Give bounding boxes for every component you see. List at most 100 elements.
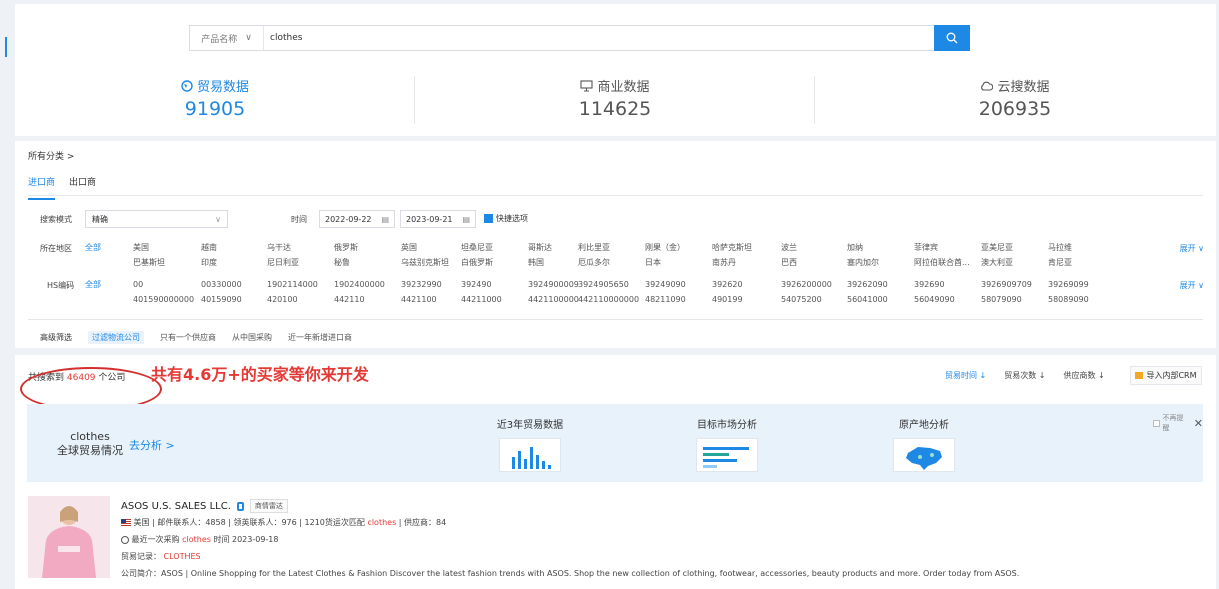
hs-code-option-label: 3924900009 (528, 280, 579, 289)
search-mode-select[interactable]: 精确 ∨ (85, 210, 228, 228)
company-name-row: ASOS U.S. SALES LLC. 商情雷达 (121, 499, 288, 513)
region-option[interactable]: 菲律宾 阿拉伯联合酋... (914, 240, 981, 270)
region-option[interactable]: 波兰 巴西 (781, 240, 847, 270)
region-option[interactable]: 哥斯达 韩国 (528, 240, 578, 270)
region-option[interactable]: 刚果（金） 日本 (645, 240, 712, 270)
region-option-label: 乌干达 (267, 243, 291, 252)
region-option-label: 马拉维 (1048, 243, 1072, 252)
company-info-line: 美国 | 邮件联系人：4858 | 领英联系人：976 | 1210货运次匹配 … (121, 517, 446, 528)
last-purchase-prefix: 最近一次采购 (131, 535, 180, 544)
search-input[interactable] (270, 26, 930, 50)
hs-code-option[interactable]: 00330000 40159090 (201, 277, 267, 307)
search-scope-dropdown[interactable]: 产品名称 ∨ (190, 26, 264, 50)
checkbox[interactable] (1153, 419, 1160, 427)
region-option[interactable]: 英国 乌兹别克斯坦 (401, 240, 461, 270)
region-grid: 全部 美国 巴基斯坦 越南 印度 乌干达 尼日利亚 俄罗斯 秘鲁 英国 乌兹别克斯坦 坦桑尼亚 白俄罗… (85, 240, 1106, 270)
dont-show-again[interactable]: 不再提醒 ✕ (1153, 413, 1203, 433)
company-country: 美国 (133, 518, 150, 527)
region-option-label: 亚美尼亚 (981, 243, 1013, 252)
filter-logistics-companies[interactable]: 过滤物流公司 (88, 331, 144, 344)
hs-code-option[interactable]: 3926909709 58079090 (981, 277, 1048, 307)
date-to-input[interactable]: 2023-09-21 ▤ (400, 210, 476, 228)
company-name[interactable]: ASOS U.S. SALES LLC. (121, 501, 231, 512)
region-option[interactable]: 俄罗斯 秘鲁 (334, 240, 401, 270)
sort-supplier-count[interactable]: 供应商数 ↓ (1064, 370, 1105, 381)
bookmark-icon[interactable] (236, 501, 244, 511)
search-mode-value: 精确 (92, 214, 108, 224)
date-from-input[interactable]: 2022-09-22 ▤ (319, 210, 395, 228)
hs-code-option-label: 4421100 (401, 295, 437, 304)
analysis-card-market[interactable]: 目标市场分析 (657, 416, 797, 472)
monitor-icon (580, 79, 594, 91)
hs-code-option-label: 401590000000 (133, 295, 195, 304)
search-button[interactable] (934, 25, 970, 51)
hs-code-option[interactable]: 39249090 48211090 (645, 277, 712, 307)
company-last-purchase: 最近一次采购 clothes 时间 2023-09-18 (121, 534, 279, 545)
hs-code-option-label: 442110 (334, 295, 365, 304)
hs-code-option-label: 420100 (267, 295, 298, 304)
stat-cloud-data[interactable]: 云搜数据 206935 (885, 76, 1145, 120)
region-option[interactable]: 哈萨克斯坦 南苏丹 (712, 240, 781, 270)
sort-trade-count[interactable]: 贸易次数 ↓ (1004, 370, 1045, 381)
filter-new-importers[interactable]: 近一年新增进口商 (288, 332, 352, 344)
stat-value: 206935 (978, 98, 1052, 120)
analysis-subtitle: 全球贸易情况 (57, 444, 123, 457)
hs-code-option[interactable]: 1902114000 420100 (267, 277, 334, 307)
filter-single-supplier[interactable]: 只有一个供应商 (160, 332, 216, 344)
hs-code-option-label: 44211000 (461, 295, 502, 304)
region-option[interactable]: 加纳 塞内加尔 (847, 240, 914, 270)
hs-code-option[interactable]: 392490 44211000 (461, 277, 528, 307)
region-option-label: 秘鲁 (334, 258, 350, 267)
analysis-card-trade[interactable]: 近3年贸易数据 (460, 416, 600, 472)
tab-importers[interactable]: 进口商 (28, 175, 56, 200)
analysis-card-origin[interactable]: 原产地分析 (854, 416, 994, 472)
analysis-banner: clothes 全球贸易情况 去分析 > 近3年贸易数据 目标市场分析 原产地分… (27, 404, 1203, 482)
filter-china-sourcing[interactable]: 从中国采购 (232, 332, 272, 344)
hs-code-option-label: 392690 (914, 280, 945, 289)
hs-all[interactable]: 全部 (85, 277, 133, 307)
advanced-filters: 高级筛选 过滤物流公司 只有一个供应商 从中国采购 近一年新增进口商 (40, 331, 352, 344)
hs-code-option[interactable]: 3926200000 54075200 (781, 277, 847, 307)
region-option[interactable]: 越南 印度 (201, 240, 267, 270)
calendar-icon: ▤ (381, 214, 389, 224)
stat-business-data[interactable]: 商业数据 114625 (485, 76, 745, 120)
region-option[interactable]: 亚美尼亚 澳大利亚 (981, 240, 1048, 270)
hs-expand-button[interactable]: 展开 ∨ (1180, 280, 1204, 291)
hs-code-option-label: 00330000 (201, 280, 242, 289)
close-icon[interactable]: ✕ (1194, 417, 1203, 430)
hs-code-option-label: 3924905650 (578, 280, 629, 289)
hs-code-option[interactable]: 1902400000 442110 (334, 277, 401, 307)
region-option[interactable]: 美国 巴基斯坦 (133, 240, 201, 270)
region-option-label: 美国 (133, 243, 149, 252)
region-option[interactable]: 利比里亚 厄瓜多尔 (578, 240, 645, 270)
hs-code-label: HS编码 (47, 281, 75, 290)
sort-trade-time[interactable]: 贸易时间 ↓ (945, 370, 986, 381)
import-crm-button[interactable]: 导入内部CRM (1130, 366, 1202, 385)
business-radar-button[interactable]: 商情雷达 (249, 499, 288, 513)
region-option[interactable]: 坦桑尼亚 白俄罗斯 (461, 240, 528, 270)
all-categories-link[interactable]: 所有分类 > (28, 149, 74, 162)
trade-record-label: 贸易记录： (121, 552, 161, 561)
divider (28, 195, 1203, 196)
hs-code-option[interactable]: 3924905650 442110000000 (578, 277, 645, 307)
region-option[interactable]: 马拉维 肯尼亚 (1048, 240, 1106, 270)
region-option[interactable]: 乌干达 尼日利亚 (267, 240, 334, 270)
region-option-label: 巴基斯坦 (133, 258, 165, 267)
last-purchase-keyword: clothes (182, 535, 211, 544)
tab-exporters[interactable]: 出口商 (69, 175, 96, 200)
promo-annotation: 共有4.6万+的买家等你来开发 (151, 365, 369, 384)
hs-code-option[interactable]: 3924900009 4421100000 (528, 277, 579, 307)
quick-options-button[interactable]: 快捷选项 (484, 213, 528, 224)
hs-code-option[interactable]: 392690 56049090 (914, 277, 981, 307)
region-expand-button[interactable]: 展开 ∨ (1180, 243, 1204, 254)
go-analyze-link[interactable]: 去分析 > (129, 437, 175, 453)
hs-code-option[interactable]: 39269099 58089090 (1048, 277, 1106, 307)
hs-code-option[interactable]: 39262090 56041000 (847, 277, 914, 307)
hs-code-option[interactable]: 39232990 4421100 (401, 277, 461, 307)
hs-code-option[interactable]: 392620 490199 (712, 277, 781, 307)
hs-code-option[interactable]: 00 401590000000 (133, 277, 201, 307)
results-panel: 共搜索到 46409 个公司 共有4.6万+的买家等你来开发 贸易时间 ↓ 贸易… (15, 355, 1216, 589)
stat-trade-data[interactable]: 贸易数据 91905 (85, 76, 345, 120)
company-card[interactable]: ASOS U.S. SALES LLC. 商情雷达 美国 | 邮件联系人：485… (28, 496, 1204, 586)
region-all[interactable]: 全部 (85, 240, 133, 270)
